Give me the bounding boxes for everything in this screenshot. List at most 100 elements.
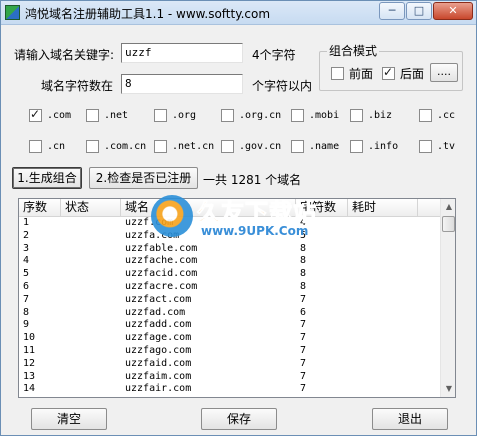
tld-checkbox-net[interactable]: .net bbox=[86, 108, 128, 122]
tld-box[interactable] bbox=[29, 107, 42, 122]
cell-length: 7 bbox=[300, 319, 307, 331]
table-row[interactable]: 14 uzzfair.com 7 bbox=[19, 383, 440, 396]
cell-status bbox=[61, 319, 121, 332]
column-header-length[interactable]: 字符数 bbox=[296, 199, 348, 217]
keyword-label: 请输入域名关键字: bbox=[14, 48, 115, 62]
cell-status bbox=[61, 371, 121, 384]
save-button[interactable]: 保存 bbox=[201, 408, 277, 430]
combo-front-checkbox[interactable]: 前面 bbox=[331, 66, 373, 81]
table-row[interactable]: 10 uzzfage.com 7 bbox=[19, 332, 440, 345]
cell-index: 4 bbox=[23, 255, 30, 267]
table-row[interactable]: 6 uzzfacre.com 8 bbox=[19, 281, 440, 294]
tld-box[interactable] bbox=[350, 108, 363, 122]
cell-index: 11 bbox=[23, 344, 36, 356]
tld-checkbox-cn[interactable]: .cn bbox=[29, 139, 65, 153]
cell-length: 7 bbox=[300, 383, 307, 395]
minimize-button[interactable]: ─ bbox=[379, 2, 405, 20]
tld-box[interactable] bbox=[29, 139, 42, 153]
app-logo-icon bbox=[5, 5, 20, 20]
tld-checkbox-net-cn[interactable]: .net.cn bbox=[154, 139, 214, 153]
scroll-up-icon[interactable]: ▲ bbox=[441, 199, 455, 215]
tld-box[interactable] bbox=[221, 108, 234, 122]
window-title: 鸿悦域名注册辅助工具1.1 - www.softty.com bbox=[25, 7, 271, 21]
tld-box[interactable] bbox=[291, 108, 304, 122]
cell-domain: uzzfact.com bbox=[125, 293, 192, 305]
cell-length: 8 bbox=[300, 242, 307, 254]
cell-domain: uzzfage.com bbox=[125, 332, 192, 344]
table-row[interactable]: 9 uzzfadd.com 7 bbox=[19, 319, 440, 332]
combo-mode-title: 组合模式 bbox=[327, 42, 380, 59]
cell-domain: uzzfadd.com bbox=[125, 319, 192, 331]
tld-checkbox-name[interactable]: .name bbox=[291, 139, 339, 153]
column-header-status[interactable]: 状态 bbox=[61, 199, 121, 217]
maximize-button[interactable]: □ bbox=[406, 2, 432, 20]
cell-length: 8 bbox=[300, 255, 307, 267]
keyword-input[interactable]: uzzf bbox=[121, 43, 243, 63]
cell-status bbox=[61, 243, 121, 256]
cell-domain: uzzfable.com bbox=[125, 242, 198, 254]
cell-time bbox=[348, 358, 418, 371]
column-header-time[interactable]: 耗时 bbox=[348, 199, 418, 217]
tld-box[interactable] bbox=[291, 139, 304, 153]
tld-box[interactable] bbox=[154, 108, 167, 122]
tld-box[interactable] bbox=[419, 108, 432, 122]
cell-length: 8 bbox=[300, 268, 307, 280]
table-row[interactable]: 11 uzzfago.com 7 bbox=[19, 345, 440, 358]
length-input[interactable]: 8 bbox=[121, 74, 243, 94]
cell-length: 8 bbox=[300, 280, 307, 292]
cell-domain: uzzfache.com bbox=[125, 255, 198, 267]
combo-back-box[interactable] bbox=[382, 65, 395, 80]
scroll-thumb[interactable] bbox=[442, 216, 455, 232]
cell-time bbox=[348, 255, 418, 268]
tld-box[interactable] bbox=[350, 139, 363, 153]
combo-front-box[interactable] bbox=[331, 66, 344, 80]
tld-checkbox-org-cn[interactable]: .org.cn bbox=[221, 108, 281, 122]
check-registered-button[interactable]: 2.检查是否已注册 bbox=[89, 167, 198, 189]
column-header-index[interactable]: 序数 bbox=[19, 199, 61, 217]
cell-domain: uzzfacid.com bbox=[125, 268, 198, 280]
cell-status bbox=[61, 255, 121, 268]
table-row[interactable]: 8 uzzfad.com 6 bbox=[19, 307, 440, 320]
column-header-domain[interactable]: 域名 bbox=[121, 199, 296, 217]
tld-checkbox-com[interactable]: .com bbox=[29, 107, 72, 122]
generate-button[interactable]: 1.生成组合 bbox=[12, 167, 82, 189]
tld-label: .net bbox=[104, 109, 129, 121]
combo-back-checkbox[interactable]: 后面 bbox=[382, 65, 424, 81]
close-button[interactable]: ✕ bbox=[433, 2, 473, 20]
tld-checkbox-org[interactable]: .org bbox=[154, 108, 196, 122]
combo-options-button[interactable]: .... bbox=[430, 63, 458, 82]
tld-box[interactable] bbox=[221, 139, 234, 153]
exit-button[interactable]: 退出 bbox=[372, 408, 448, 430]
scroll-down-icon[interactable]: ▼ bbox=[441, 381, 455, 397]
tld-box[interactable] bbox=[86, 139, 99, 153]
list-body: 1 uzzf.com 4 2 uzzfa.com 5 3 uzzfable.com 8 4 u… bbox=[19, 217, 440, 396]
cell-index: 3 bbox=[23, 242, 30, 254]
tld-checkbox-info[interactable]: .info bbox=[350, 139, 398, 153]
table-row[interactable]: 3 uzzfable.com 8 bbox=[19, 243, 440, 256]
tld-label: .com bbox=[47, 109, 72, 121]
cell-index: 8 bbox=[23, 306, 30, 318]
table-row[interactable]: 7 uzzfact.com 7 bbox=[19, 294, 440, 307]
table-row[interactable]: 2 uzzfa.com 5 bbox=[19, 230, 440, 243]
tld-checkbox-gov-cn[interactable]: .gov.cn bbox=[221, 139, 281, 153]
tld-box[interactable] bbox=[86, 108, 99, 122]
list-scrollbar[interactable]: ▲ ▼ bbox=[440, 199, 455, 397]
tld-checkbox-cc[interactable]: .cc bbox=[419, 108, 455, 122]
domain-list[interactable]: 序数 状态 域名 字符数 耗时 1 uzzf.com 4 2 uzzfa.com 5 3… bbox=[18, 198, 456, 398]
table-row[interactable]: 4 uzzfache.com 8 bbox=[19, 255, 440, 268]
table-row[interactable]: 1 uzzf.com 4 bbox=[19, 217, 440, 230]
table-row[interactable]: 13 uzzfaim.com 7 bbox=[19, 371, 440, 384]
clear-button[interactable]: 清空 bbox=[31, 408, 107, 430]
tld-checkbox-tv[interactable]: .tv bbox=[419, 139, 455, 153]
tld-checkbox-com-cn[interactable]: .com.cn bbox=[86, 139, 146, 153]
tld-box[interactable] bbox=[154, 139, 167, 153]
tld-box[interactable] bbox=[419, 139, 432, 153]
tld-checkbox-mobi[interactable]: .mobi bbox=[291, 108, 339, 122]
app-window: 鸿悦域名注册辅助工具1.1 - www.softty.com ─ □ ✕ 请输入… bbox=[0, 0, 477, 436]
cell-domain: uzzfaim.com bbox=[125, 370, 192, 382]
tld-checkbox-biz[interactable]: .biz bbox=[350, 108, 392, 122]
tld-label: .org bbox=[172, 109, 197, 121]
table-row[interactable]: 5 uzzfacid.com 8 bbox=[19, 268, 440, 281]
title-bar[interactable]: 鸿悦域名注册辅助工具1.1 - www.softty.com ─ □ ✕ bbox=[1, 1, 476, 25]
table-row[interactable]: 12 uzzfaid.com 7 bbox=[19, 358, 440, 371]
